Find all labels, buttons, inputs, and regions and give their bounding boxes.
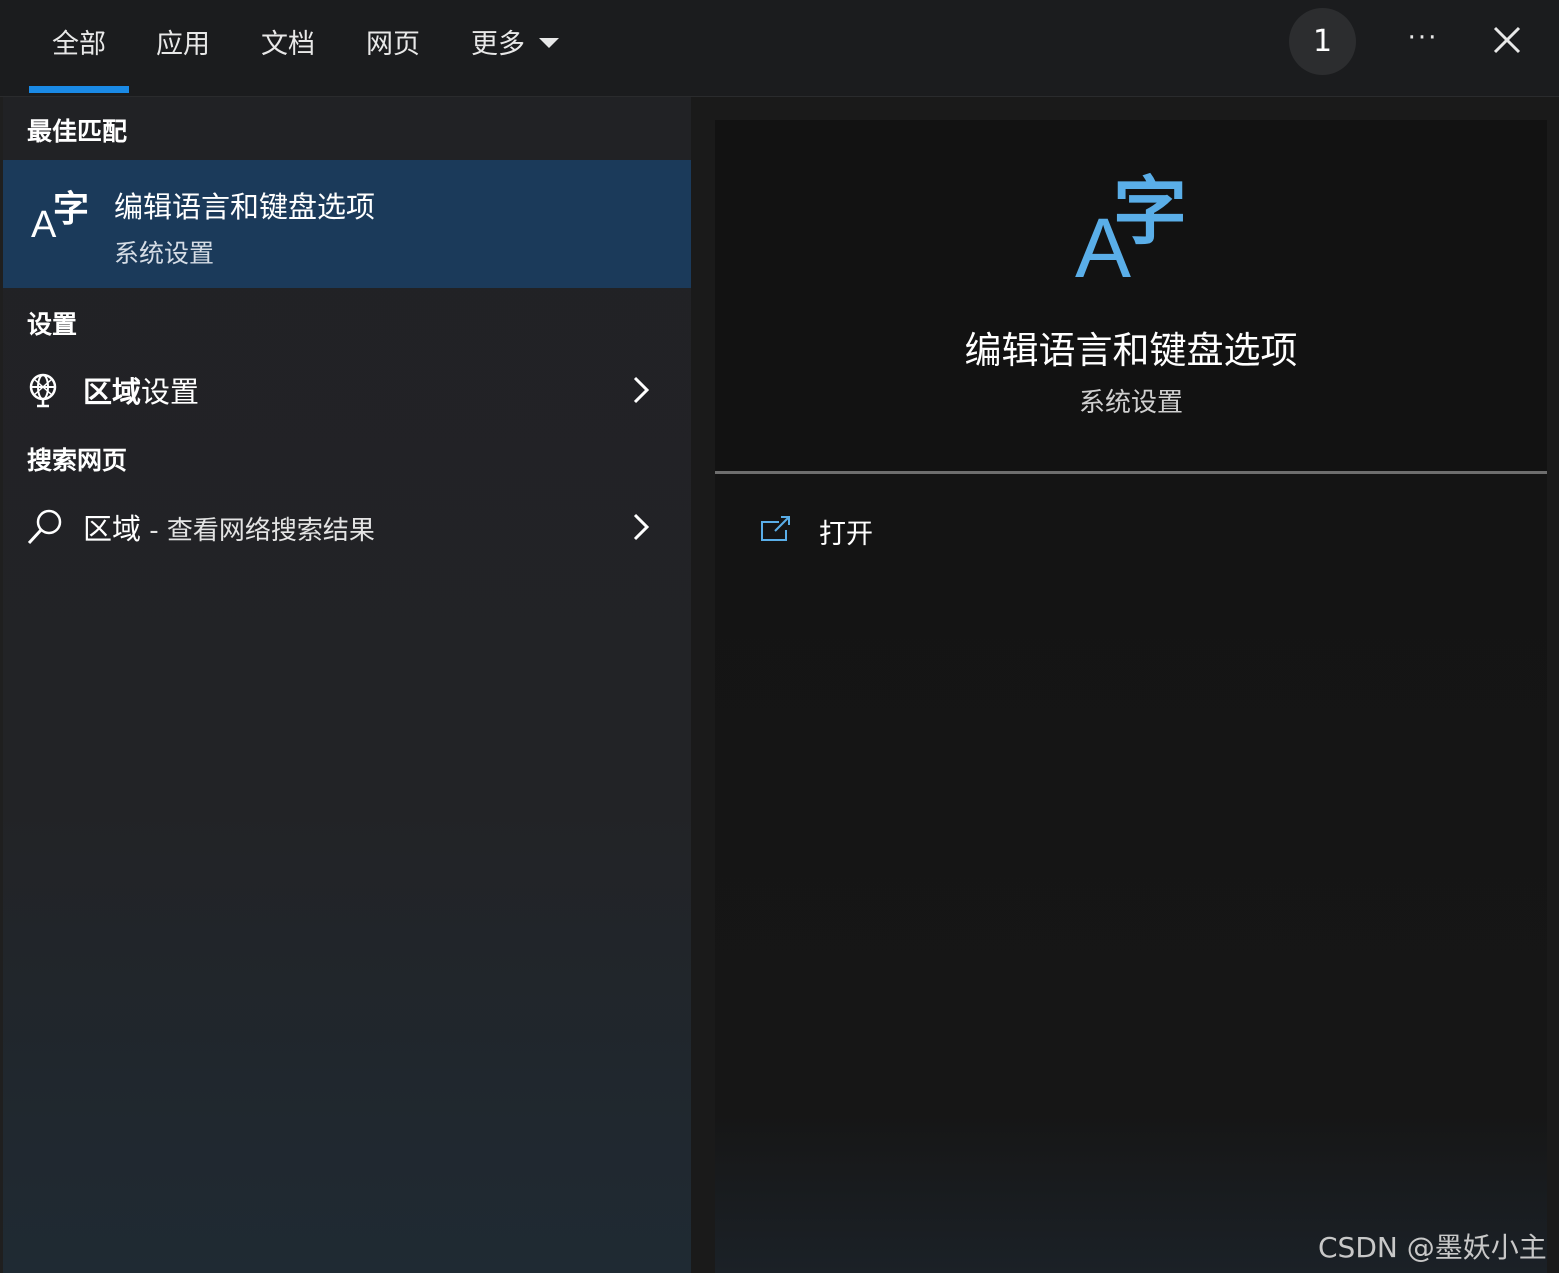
settings-heading: 设置 bbox=[27, 310, 78, 339]
region-settings-label: 区域设置 bbox=[83, 375, 200, 409]
chevron-right-icon bbox=[629, 511, 653, 543]
active-tab-indicator bbox=[29, 86, 129, 93]
detail-subtitle: 系统设置 bbox=[1078, 388, 1183, 418]
results-pane: 最佳匹配 A 字 编辑语言和键盘选项 系统设置 设置 区域设置 搜索网页 区域 … bbox=[3, 97, 691, 1273]
search-filter-bar: 全部 应用 文档 网页 更多 1 ··· bbox=[0, 0, 1559, 97]
tab-more-label: 更多 bbox=[471, 29, 525, 60]
chevron-down-icon bbox=[539, 37, 559, 48]
language-settings-icon: A 字 bbox=[31, 189, 90, 246]
rewards-badge[interactable]: 1 bbox=[1289, 8, 1356, 75]
more-options-button[interactable]: ··· bbox=[1400, 18, 1446, 64]
region-settings-item[interactable]: 区域设置 bbox=[3, 354, 691, 424]
open-button[interactable]: 打开 bbox=[755, 512, 995, 558]
language-settings-icon: A 字 bbox=[1075, 169, 1187, 295]
detail-actions: 打开 bbox=[715, 474, 1547, 1273]
chevron-right-icon bbox=[629, 374, 653, 406]
open-label: 打开 bbox=[819, 519, 873, 550]
web-search-heading: 搜索网页 bbox=[27, 446, 128, 475]
open-external-icon bbox=[759, 514, 793, 544]
detail-title: 编辑语言和键盘选项 bbox=[964, 329, 1298, 372]
web-search-item[interactable]: 区域 - 查看网络搜索结果 bbox=[3, 491, 691, 561]
tab-apps[interactable]: 应用 bbox=[156, 22, 210, 61]
best-match-heading: 最佳匹配 bbox=[27, 117, 128, 146]
tab-more[interactable]: 更多 bbox=[471, 22, 559, 61]
best-match-result[interactable]: A 字 编辑语言和键盘选项 系统设置 bbox=[3, 160, 691, 288]
close-icon bbox=[1493, 26, 1521, 54]
close-button[interactable] bbox=[1487, 22, 1527, 62]
globe-settings-icon bbox=[25, 370, 65, 410]
tab-documents[interactable]: 文档 bbox=[261, 22, 315, 61]
tab-web[interactable]: 网页 bbox=[366, 22, 420, 61]
search-icon bbox=[25, 507, 65, 547]
detail-pane: A 字 编辑语言和键盘选项 系统设置 打开 bbox=[691, 97, 1559, 1273]
best-match-title: 编辑语言和键盘选项 bbox=[114, 190, 376, 224]
best-match-subtitle: 系统设置 bbox=[114, 239, 215, 268]
watermark: CSDN @墨妖小主 bbox=[1318, 1231, 1547, 1264]
web-search-label: 区域 - 查看网络搜索结果 bbox=[83, 512, 375, 546]
tab-all[interactable]: 全部 bbox=[52, 22, 106, 61]
detail-header-card: A 字 编辑语言和键盘选项 系统设置 bbox=[715, 120, 1547, 472]
